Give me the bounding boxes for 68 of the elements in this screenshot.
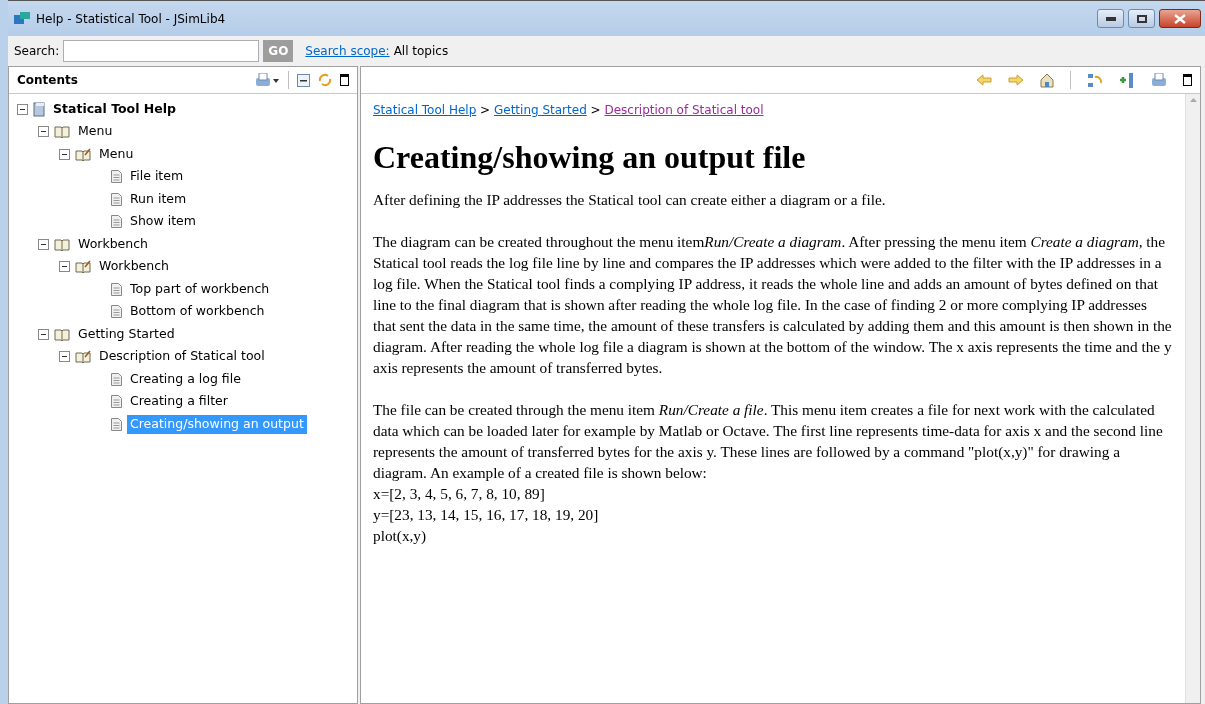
- book-icon: [54, 237, 70, 251]
- collapse-toggle[interactable]: [59, 148, 70, 160]
- document-icon: [111, 282, 122, 296]
- book-icon: [75, 260, 91, 274]
- contents-title: Contents: [17, 72, 78, 89]
- paragraph-text: plot(x,y): [373, 526, 428, 546]
- tree-item[interactable]: Run item: [127, 189, 190, 209]
- paragraph-text: x=[2, 3, 4, 5, 6, 7, 8, 10, 89]: [373, 484, 546, 504]
- breadcrumb-separator: >: [479, 103, 492, 117]
- document-icon: [111, 417, 122, 431]
- tree-item[interactable]: Show item: [127, 212, 199, 232]
- search-field[interactable]: [63, 40, 260, 62]
- home-icon[interactable]: [1040, 72, 1054, 88]
- page-heading: Creating/showing an output file: [373, 138, 806, 177]
- book-icon: [75, 350, 91, 364]
- paragraph-text: The file can be created through the menu item Run/Create a file. This menu item creates a file for next work with the calculated data which can be loaded later for example by Matlab or Octave. The first line represents time-data for axis x and the second line represents the amount of transferred bytes for the axis y. These lines are followed by a command "plot(x,y)" for drawing a diagram. An example of a created file is shown below:: [373, 400, 1164, 483]
- close-button[interactable]: [1159, 9, 1201, 28]
- document-icon: [111, 170, 122, 184]
- tree-item[interactable]: Statical Tool Help: [50, 99, 179, 119]
- collapse-toggle[interactable]: [59, 351, 70, 363]
- maximize-icon[interactable]: [1183, 74, 1192, 86]
- paragraph-text: After defining the IP addresses the Statical tool can create either a diagram or a file.: [373, 190, 887, 210]
- collapse-toggle[interactable]: [38, 238, 49, 250]
- tree-item[interactable]: Workbench: [96, 257, 172, 277]
- document-icon: [111, 372, 122, 386]
- collapse-toggle[interactable]: [38, 328, 49, 340]
- tree-item[interactable]: Creating a log file: [127, 369, 244, 389]
- document-icon: [111, 305, 122, 319]
- maximize-button[interactable]: [1128, 9, 1155, 28]
- tree-item[interactable]: Menu: [75, 122, 116, 142]
- breadcrumb-link[interactable]: Statical Tool Help: [373, 103, 477, 117]
- sync-icon[interactable]: [1087, 72, 1103, 88]
- tree-item[interactable]: Bottom of workbench: [127, 302, 268, 322]
- search-scope-link[interactable]: Search scope:: [305, 42, 390, 60]
- bookmark-icon[interactable]: [1119, 72, 1135, 88]
- collapse-all-icon[interactable]: [297, 73, 310, 87]
- breadcrumb-separator: >: [589, 103, 602, 117]
- collapse-toggle[interactable]: [59, 261, 70, 273]
- close-icon: [1174, 13, 1186, 24]
- app-icon: [14, 11, 30, 26]
- tree-item[interactable]: Getting Started: [75, 324, 178, 344]
- paragraph-text: y=[23, 13, 14, 15, 16, 17, 18, 19, 20]: [373, 505, 600, 525]
- collapse-toggle[interactable]: [17, 103, 28, 115]
- book-icon: [54, 125, 70, 139]
- book-icon: [33, 101, 45, 117]
- breadcrumb-link[interactable]: Getting Started: [494, 103, 587, 117]
- maximize-icon[interactable]: [340, 74, 349, 86]
- document-icon: [111, 215, 122, 229]
- collapse-toggle[interactable]: [38, 126, 49, 138]
- tree-item[interactable]: Creating a filter: [127, 392, 231, 412]
- tree-item[interactable]: Workbench: [75, 234, 151, 254]
- document-icon: [111, 192, 122, 206]
- maximize-icon: [1136, 14, 1147, 23]
- book-icon: [75, 147, 91, 161]
- document-icon: [111, 395, 122, 409]
- minimize-button[interactable]: [1097, 9, 1124, 28]
- search-scope-value: All topics: [393, 43, 449, 60]
- window-title: Help - Statistical Tool - JSimLib4: [36, 10, 226, 28]
- tree-item[interactable]: Menu: [96, 144, 137, 164]
- minimize-icon: [1105, 16, 1116, 21]
- book-icon: [54, 327, 70, 341]
- tree-item[interactable]: Description of Statical tool: [96, 347, 268, 367]
- breadcrumb-link[interactable]: Description of Statical tool: [604, 103, 764, 117]
- print-icon[interactable]: [254, 73, 280, 87]
- paragraph-text: The diagram can be created throughout the menu itemRun/Create a diagram. After pressing the menu item Create a diagram, the Statical tool reads the log file line by line and compares the IP addresses which were added to the filter with the IP addresses in a log file. When the Statical tool finds a complying IP address, it reads the whole line and adds an amount of bytes defined on that line to the final diagram that is shown after reading the whole log file. In the case of finding 2 or more complying IP addresses that sent the data in the same time, the amount of these transfers is calculated by adding them and this amount is then shown in the diagram. After reading the whole log file a diagram is shown at the bottom of the window. The x axis represents the time and the y axis represents the amount of transferred bytes.: [373, 232, 1173, 378]
- tree-item[interactable]: File item: [127, 167, 187, 187]
- tree-item[interactable]: Top part of workbench: [127, 279, 273, 299]
- search-label: Search:: [14, 43, 60, 60]
